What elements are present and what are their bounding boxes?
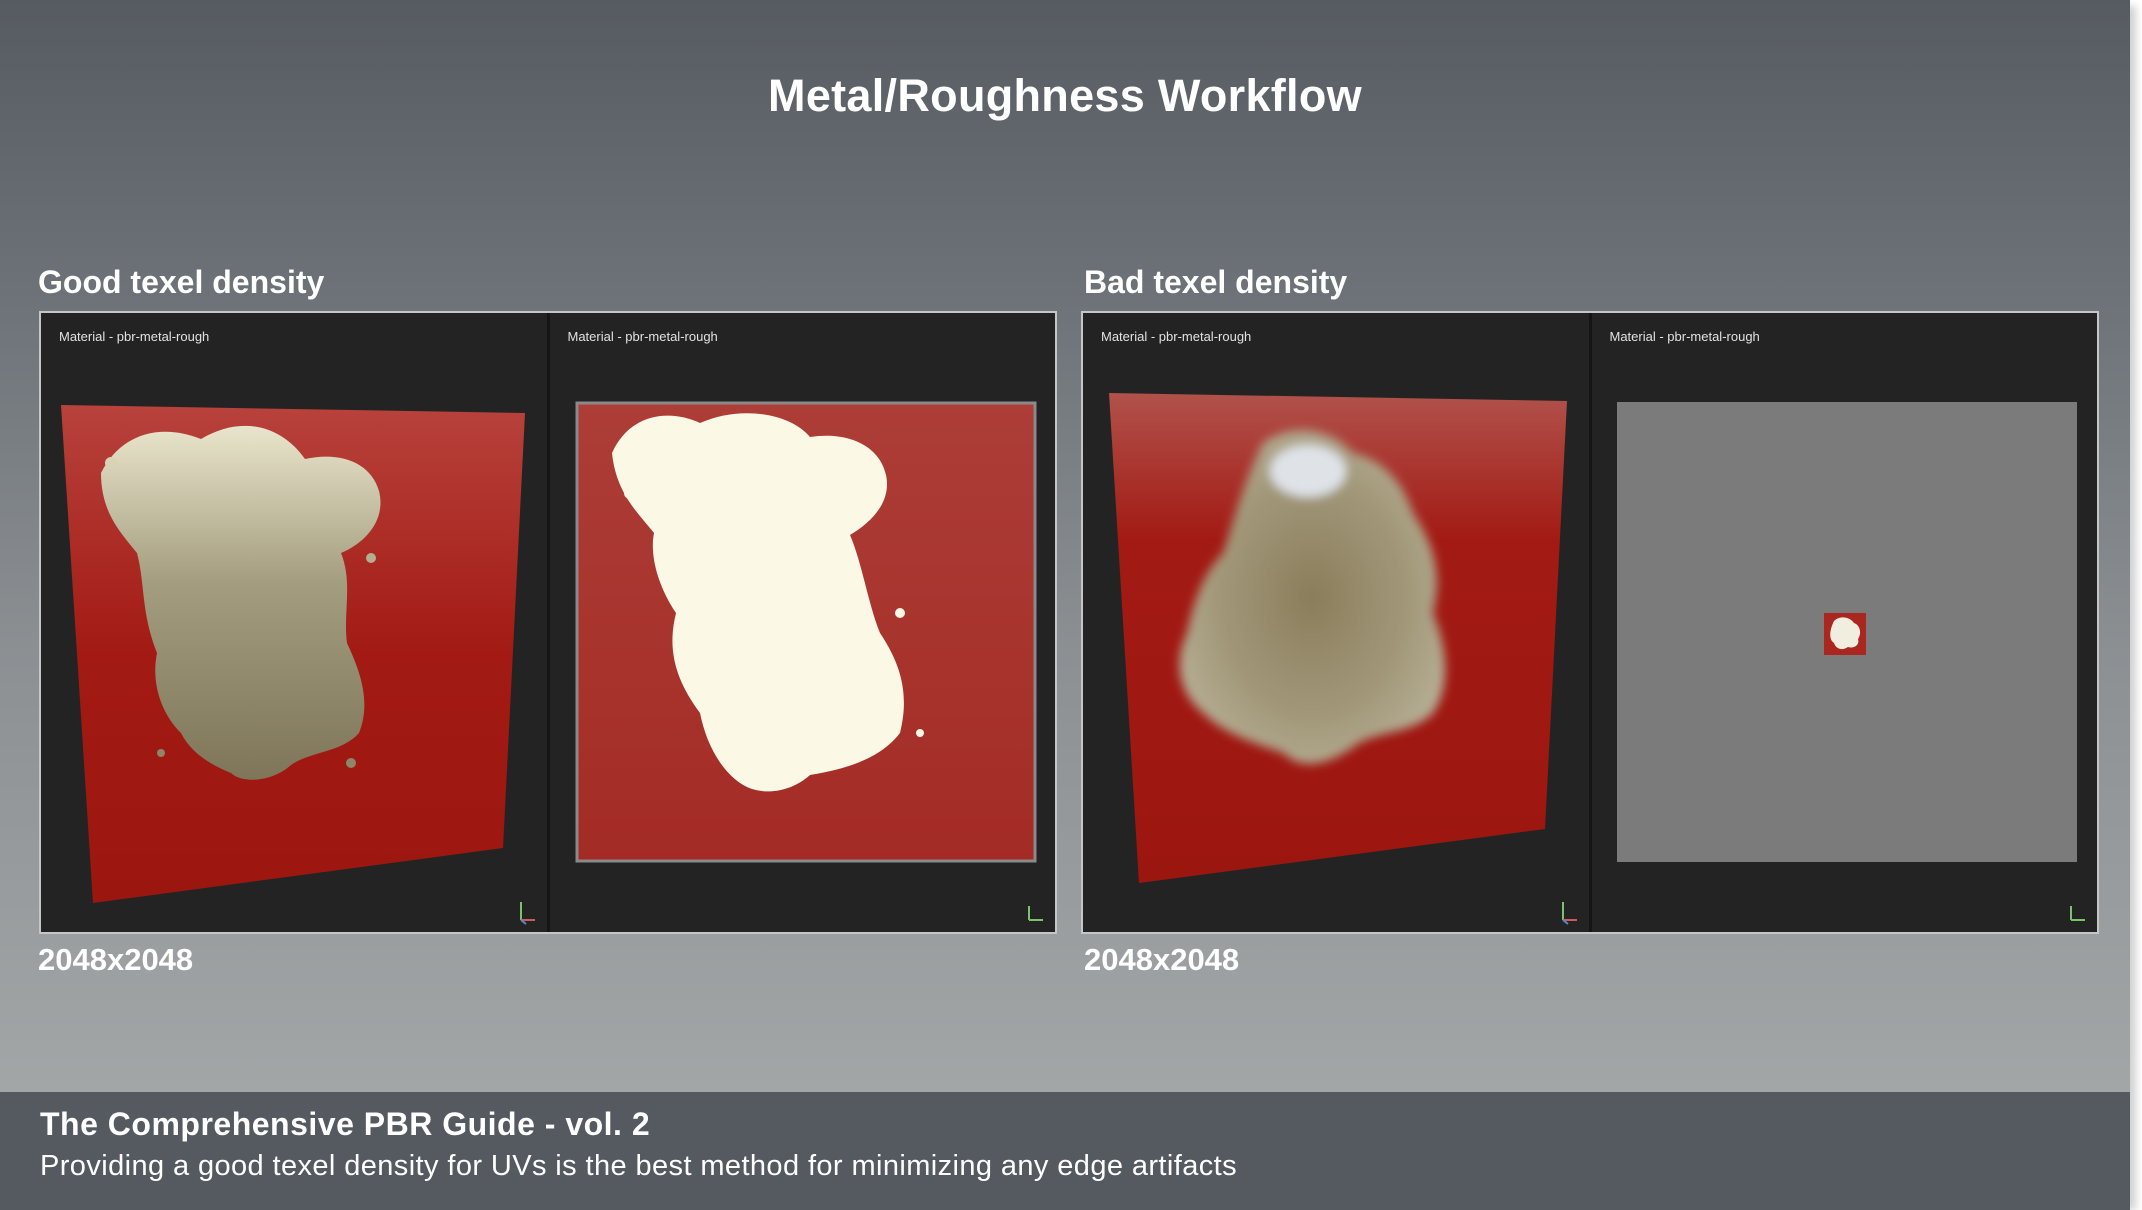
good-uv-render: [575, 401, 1036, 863]
axis-gizmo-icon: [1028, 906, 1043, 921]
bad-uv-view[interactable]: Material - pbr-metal-rough: [1588, 313, 2097, 932]
bad-uv-view-label: Material - pbr-metal-rough: [1609, 329, 1760, 344]
axis-gizmo-icon: [2070, 906, 2085, 921]
bad-uv-render: [1616, 402, 2077, 862]
bad-panel-caption: 2048x2048: [1084, 942, 1240, 977]
good-panel-heading: Good texel density: [38, 264, 325, 300]
slide: Metal/Roughness Workflow Good texel dens…: [0, 0, 2130, 1092]
good-panel-caption: 2048x2048: [38, 942, 194, 977]
bad-3d-render: [1109, 393, 1567, 883]
good-3d-view-label: Material - pbr-metal-rough: [59, 329, 210, 344]
good-uv-view[interactable]: Material - pbr-metal-rough: [546, 313, 1055, 932]
bad-3d-view-label: Material - pbr-metal-rough: [1101, 329, 1252, 344]
bad-3d-view[interactable]: Material - pbr-metal-rough: [1083, 313, 1589, 932]
bad-viewport-group: Material - pbr-metal-rough Material - pb…: [1081, 311, 2099, 934]
good-3d-render: [61, 405, 525, 903]
axis-gizmo-icon: [1561, 902, 1577, 925]
good-3d-view[interactable]: Material - pbr-metal-rough: [41, 313, 547, 932]
footer-title: The Comprehensive PBR Guide - vol. 2: [40, 1106, 651, 1142]
good-viewport-group: Material - pbr-metal-rough Material - pb…: [39, 311, 1057, 934]
footer-subtitle: Providing a good texel density for UVs i…: [40, 1150, 1237, 1182]
footer-bar: The Comprehensive PBR Guide - vol. 2 Pro…: [0, 1092, 2130, 1210]
slide-title: Metal/Roughness Workflow: [768, 70, 1362, 121]
bad-panel-heading: Bad texel density: [1084, 264, 1348, 300]
good-uv-view-label: Material - pbr-metal-rough: [567, 329, 718, 344]
axis-gizmo-icon: [519, 902, 535, 925]
